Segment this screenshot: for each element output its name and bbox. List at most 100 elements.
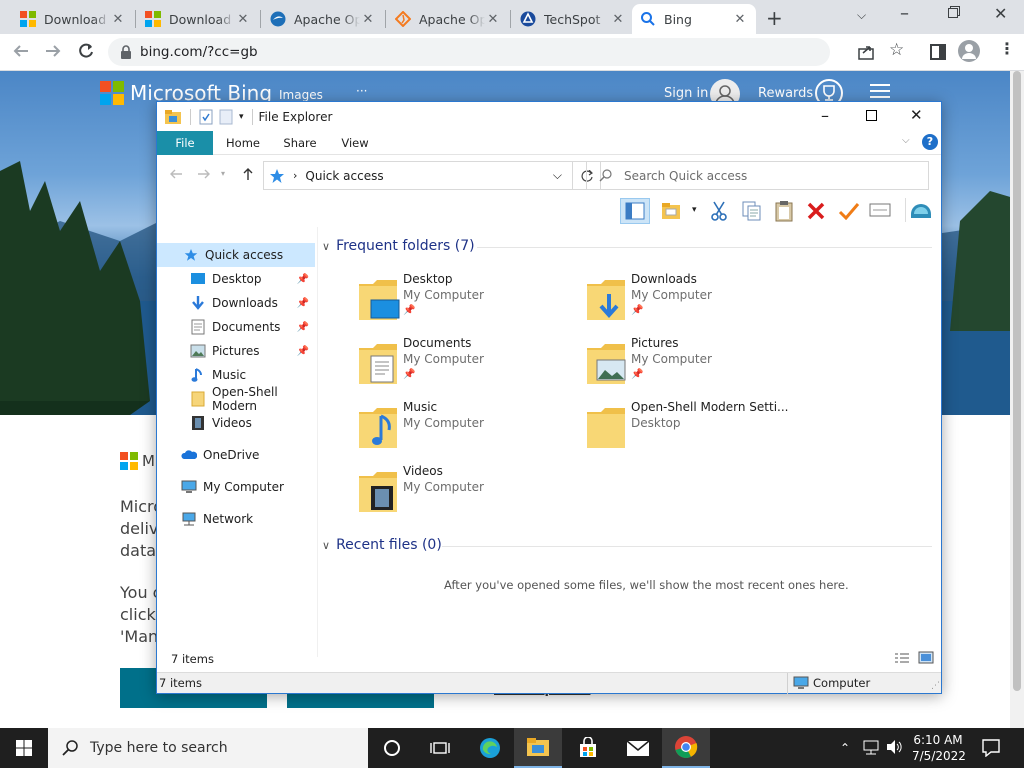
close-tab-icon[interactable]: ✕	[110, 12, 126, 27]
browser-tab-5[interactable]: TechSpot ✕	[512, 4, 634, 34]
share-icon[interactable]	[858, 44, 874, 60]
paste-clipboard-icon[interactable]	[775, 200, 793, 222]
folder-tile-pictures[interactable]: Pictures My Computer 📌	[585, 336, 803, 396]
new-folder-qat-icon[interactable]	[219, 109, 233, 125]
browser-tab-6-active[interactable]: Bing ✕	[632, 4, 756, 34]
network-status-icon[interactable]	[862, 740, 880, 756]
browser-tab-2[interactable]: Download ✕	[137, 4, 259, 34]
properties-icon[interactable]	[869, 203, 891, 217]
nav-downloads[interactable]: Downloads 📌	[157, 291, 315, 315]
open-shell-icon[interactable]	[909, 200, 933, 222]
up-arrow-icon[interactable]	[242, 167, 254, 181]
explorer-forward-icon[interactable]	[197, 168, 211, 180]
recent-locations-icon[interactable]: ▾	[221, 169, 225, 178]
browser-tab-1[interactable]: Download ✕	[12, 4, 134, 34]
folder-tile-open-shell[interactable]: Open-Shell Modern Setti... Desktop	[585, 400, 803, 460]
nav-pictures[interactable]: Pictures 📌	[157, 339, 315, 363]
explorer-maximize-icon[interactable]	[866, 110, 877, 121]
bing-more-nav[interactable]: ···	[356, 84, 367, 98]
folder-tile-music[interactable]: Music My Computer	[357, 400, 575, 460]
explorer-back-icon[interactable]	[169, 168, 183, 180]
bookmark-star-icon[interactable]: ☆	[889, 40, 904, 60]
folder-tile-documents[interactable]: Documents My Computer 📌	[357, 336, 575, 396]
nav-my-computer[interactable]: My Computer	[157, 475, 315, 499]
tab-share[interactable]: Share	[275, 131, 325, 155]
forward-arrow-icon[interactable]	[44, 42, 62, 60]
explorer-address-box[interactable]: › Quick access ⌵	[263, 161, 573, 190]
nav-open-shell[interactable]: Open-Shell Modern	[157, 385, 315, 413]
address-dropdown-icon[interactable]: ⌵	[553, 168, 562, 183]
chrome-taskbar-icon[interactable]	[662, 728, 710, 768]
close-tab-icon[interactable]: ✕	[235, 12, 251, 27]
nav-network[interactable]: Network	[157, 507, 315, 531]
nav-documents[interactable]: Documents 📌	[157, 315, 315, 339]
bing-images-link[interactable]: Images	[279, 88, 323, 102]
explorer-minimize-icon[interactable]: –	[821, 106, 829, 125]
nav-music[interactable]: Music	[157, 363, 315, 387]
folder-tile-videos[interactable]: Videos My Computer	[357, 464, 575, 524]
address-bar[interactable]: bing.com/?cc=gb	[108, 38, 830, 66]
tab-view[interactable]: View	[331, 131, 379, 155]
nav-videos[interactable]: Videos	[157, 411, 315, 435]
nav-quick-access[interactable]: Quick access	[157, 243, 315, 267]
frequent-folders-header[interactable]: ∨ Frequent folders (7)	[322, 238, 475, 254]
folder-tile-desktop[interactable]: Desktop My Computer 📌	[357, 272, 575, 332]
close-tab-icon[interactable]: ✕	[485, 12, 501, 27]
windows-start-icon[interactable]	[0, 728, 48, 768]
side-panel-icon[interactable]	[930, 44, 946, 60]
tab-home[interactable]: Home	[217, 131, 269, 155]
explorer-title-bar[interactable]: ▾ File Explorer – ✕	[157, 102, 941, 131]
copy-icon[interactable]	[742, 201, 762, 221]
close-window-icon[interactable]: ✕	[994, 4, 1007, 23]
nav-desktop[interactable]: Desktop 📌	[157, 267, 315, 291]
chrome-menu-icon[interactable]: ⋮	[999, 39, 1015, 58]
folder-options-icon[interactable]	[661, 201, 683, 221]
recent-files-header[interactable]: ∨ Recent files (0)	[322, 537, 442, 553]
expand-ribbon-icon[interactable]: ⌵	[902, 135, 910, 146]
tab-search-chevron-icon[interactable]: ⌵	[857, 8, 866, 23]
properties-qat-icon[interactable]	[199, 109, 213, 125]
show-hidden-icons-chevron-icon[interactable]: ⌃	[840, 741, 850, 755]
close-tab-icon[interactable]: ✕	[610, 12, 626, 27]
resize-grip-icon[interactable]: ⋰	[931, 681, 940, 691]
back-arrow-icon[interactable]	[12, 42, 30, 60]
file-explorer-taskbar-icon[interactable]	[514, 728, 562, 768]
close-tab-icon[interactable]: ✕	[732, 12, 748, 27]
task-view-icon[interactable]	[416, 728, 464, 768]
navigation-pane-toggle-icon[interactable]	[620, 198, 650, 224]
system-clock[interactable]: 6:10 AM 7/5/2022	[912, 732, 966, 764]
minimize-icon[interactable]: –	[900, 3, 909, 24]
hamburger-menu-icon[interactable]	[870, 83, 890, 99]
delete-x-icon[interactable]	[807, 202, 825, 220]
mail-icon[interactable]	[614, 728, 662, 768]
volume-speaker-icon[interactable]	[885, 739, 903, 755]
notification-center-icon[interactable]	[982, 739, 1000, 757]
folder-options-dropdown-icon[interactable]: ▾	[692, 205, 697, 215]
tab-file[interactable]: File	[157, 131, 213, 155]
cortana-circle-icon[interactable]	[368, 728, 416, 768]
nav-onedrive[interactable]: OneDrive	[157, 443, 315, 467]
cut-scissors-icon[interactable]	[710, 201, 728, 221]
close-tab-icon[interactable]: ✕	[360, 12, 376, 27]
browser-tab-4[interactable]: Apache Op ✕	[387, 4, 509, 34]
new-tab-plus-icon[interactable]: +	[766, 6, 783, 30]
edge-browser-icon[interactable]	[466, 728, 514, 768]
browser-tab-3[interactable]: Apache Op ✕	[262, 4, 384, 34]
rewards-link[interactable]: Rewards	[758, 86, 813, 101]
sign-in-link[interactable]: Sign in	[664, 86, 708, 101]
page-scrollbar[interactable]	[1010, 71, 1024, 728]
folder-tile-downloads[interactable]: Downloads My Computer 📌	[585, 272, 803, 332]
large-icons-view-icon[interactable]	[918, 651, 934, 664]
explorer-search-box[interactable]: Search Quick access	[586, 161, 929, 190]
breadcrumb-quick-access[interactable]: Quick access	[305, 169, 383, 183]
reload-icon[interactable]	[77, 42, 95, 60]
explorer-close-icon[interactable]: ✕	[910, 106, 923, 124]
pane-splitter[interactable]	[317, 227, 318, 657]
microsoft-store-icon[interactable]	[564, 728, 612, 768]
help-icon[interactable]: ?	[922, 134, 938, 150]
qat-dropdown-icon[interactable]: ▾	[239, 112, 244, 122]
details-view-icon[interactable]	[894, 652, 910, 664]
restore-icon[interactable]	[948, 6, 960, 18]
taskbar-search-box[interactable]: Type here to search	[48, 728, 368, 768]
rename-check-icon[interactable]	[838, 202, 860, 220]
